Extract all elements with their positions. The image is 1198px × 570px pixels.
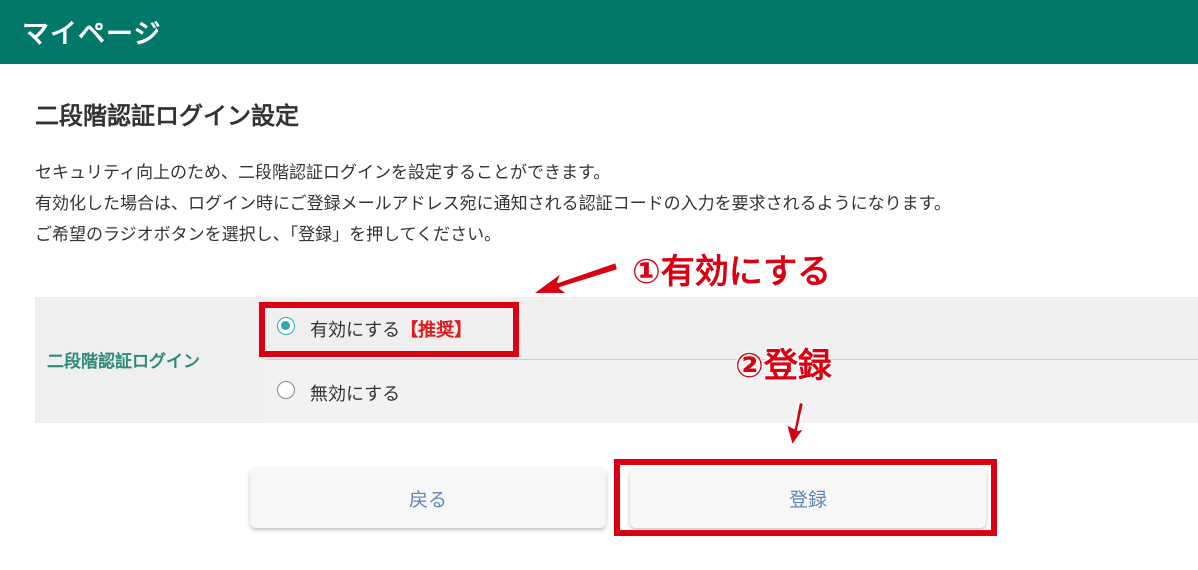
back-button[interactable]: 戻る — [250, 468, 606, 528]
annotation-arrow-2-icon — [785, 401, 806, 447]
description-line-1: セキュリティ向上のため、二段階認証ログインを設定することができます。 — [35, 163, 611, 183]
option-divider — [265, 359, 1198, 360]
annotation-box-enable — [259, 302, 519, 357]
radio-disable[interactable] — [277, 381, 295, 399]
annotation-arrow-1-icon — [531, 261, 619, 295]
annotation-step1: ①有効にする — [632, 252, 832, 292]
annotation-step2: ②登録 — [735, 346, 832, 386]
header-bar: マイページ — [0, 0, 1198, 64]
description-line-2: 有効化した場合は、ログイン時にご登録メールアドレス宛に通知される認証コードの入力… — [35, 194, 951, 214]
annotation-box-register — [614, 459, 997, 536]
description: セキュリティ向上のため、二段階認証ログインを設定することができます。 有効化した… — [35, 158, 951, 251]
setting-label: 二段階認証ログイン — [47, 352, 200, 372]
option-disable-label[interactable]: 無効にする — [310, 380, 400, 406]
page-title: 二段階認証ログイン設定 — [35, 102, 299, 130]
header-title: マイページ — [22, 19, 162, 50]
settings-table: 二段階認証ログイン 有効にする【推奨】 無効にする — [35, 297, 1198, 423]
option-disable[interactable]: 無効にする — [265, 361, 1198, 423]
